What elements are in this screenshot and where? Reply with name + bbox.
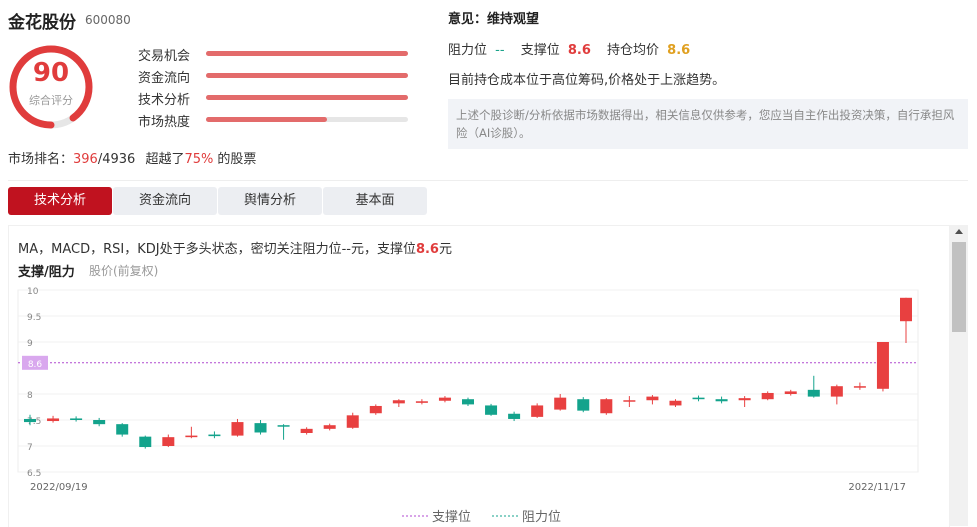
candlestick-chart: 109.5987.576.58.62022/09/192022/11/17支撑位… xyxy=(17,287,919,525)
metric-label-trade-opportunity: 交易机会 xyxy=(138,49,191,64)
stock-code: 600080 xyxy=(85,13,131,27)
candle-body xyxy=(807,389,820,397)
divider xyxy=(8,180,968,181)
candle-body xyxy=(323,425,336,429)
candle-body xyxy=(462,399,474,405)
support-value: 8.6 xyxy=(567,43,591,58)
y-tick-label: 8 xyxy=(27,391,33,401)
plot-area xyxy=(17,289,919,473)
candle-body xyxy=(554,397,567,410)
candle-body xyxy=(600,399,613,414)
candle-body xyxy=(738,398,751,401)
candle-body xyxy=(116,424,129,435)
candle-body xyxy=(277,425,290,427)
avg-cost-value: 8.6 xyxy=(667,43,691,58)
y-tick-label: 9.5 xyxy=(27,313,41,323)
x-tick-label: 2022/09/19 xyxy=(30,482,88,493)
candle-body xyxy=(830,386,843,397)
rank-percent: 75% xyxy=(184,152,214,167)
x-tick-label: 2022/11/17 xyxy=(848,482,906,493)
candle-body xyxy=(392,400,405,404)
candle-body xyxy=(900,297,912,322)
candle-body xyxy=(669,400,682,406)
tab-capital-flow[interactable]: 资金流向 xyxy=(113,187,217,215)
score-label: 综合评分 xyxy=(29,94,73,107)
candle-body xyxy=(623,400,636,402)
score-value: 90 xyxy=(32,58,70,88)
candle-body xyxy=(415,401,428,403)
metric-bar-market-heat xyxy=(206,117,408,122)
candle-body xyxy=(346,415,359,428)
y-tick-label: 10 xyxy=(27,287,39,297)
scrollbar-thumb[interactable] xyxy=(952,242,966,332)
candle-body xyxy=(715,399,728,402)
resistance-value: -- xyxy=(495,43,505,58)
candle-body xyxy=(254,423,267,433)
candle-body xyxy=(231,422,244,436)
candle-body xyxy=(24,418,36,423)
candle-body xyxy=(692,397,705,400)
disclaimer: 上述个股诊断/分析依据市场数据得出，相关信息仅供参考，您应当自主作出投资决策，自… xyxy=(448,99,968,149)
candle-body xyxy=(93,420,106,425)
candle-body xyxy=(784,391,797,394)
tab-fundamentals[interactable]: 基本面 xyxy=(323,187,427,215)
candle-body xyxy=(577,399,590,411)
legend-resistance: 阻力位 xyxy=(522,510,561,525)
trend-description: 目前持仓成本位于高位筹码,价格处于上涨趋势。 xyxy=(448,73,726,88)
y-tick-label: 6.5 xyxy=(27,469,41,479)
candle-body xyxy=(646,396,659,401)
metric-bar-trade-opportunity xyxy=(206,51,408,56)
candle-body xyxy=(485,405,498,415)
y-tick-label: 7 xyxy=(27,443,33,453)
opinion: 意见：维持观望 xyxy=(448,12,540,27)
analysis-summary: MA，MACD，RSI，KDJ处于多头状态，密切关注阻力位--元，支撑位8.6元 xyxy=(18,242,452,257)
metric-label-capital-flow: 资金流向 xyxy=(138,71,191,86)
candle-body xyxy=(185,435,198,438)
tab-technical-analysis[interactable]: 技术分析 xyxy=(8,187,112,215)
candle-body xyxy=(162,437,175,446)
metric-label-technical: 技术分析 xyxy=(138,93,191,108)
candle-body xyxy=(70,418,83,420)
candle-body xyxy=(139,436,152,448)
scroll-up-icon[interactable] xyxy=(955,229,963,234)
candle-body xyxy=(47,418,60,422)
candle-body xyxy=(300,428,313,433)
candle-body xyxy=(531,405,544,417)
rank-position: 396 xyxy=(73,152,98,167)
market-rank: 市场排名：396/4936 超越了75% 的股票 xyxy=(8,152,257,167)
price-levels: 阻力位 -- 支撑位 8.6 持仓均价 8.6 xyxy=(448,43,691,58)
y-tick-label: 9 xyxy=(27,339,33,349)
candle-body xyxy=(369,405,382,414)
metric-bar-technical xyxy=(206,95,408,100)
candle-body xyxy=(761,392,774,400)
candle-body xyxy=(876,342,889,389)
support-label: 8.6 xyxy=(28,360,43,370)
chart-title: 支撑/阻力 xyxy=(18,265,75,280)
legend-support: 支撑位 xyxy=(432,510,471,525)
chart-subtitle: 股价(前复权) xyxy=(89,264,159,278)
candle-body xyxy=(208,434,221,437)
tab-sentiment[interactable]: 舆情分析 xyxy=(218,187,322,215)
candle-body xyxy=(508,413,521,419)
metric-label-market-heat: 市场热度 xyxy=(138,115,191,130)
metric-bar-capital-flow xyxy=(206,73,408,78)
stock-name: 金花股份 xyxy=(8,13,76,33)
candle-body xyxy=(438,397,451,401)
candle-body xyxy=(853,386,866,388)
